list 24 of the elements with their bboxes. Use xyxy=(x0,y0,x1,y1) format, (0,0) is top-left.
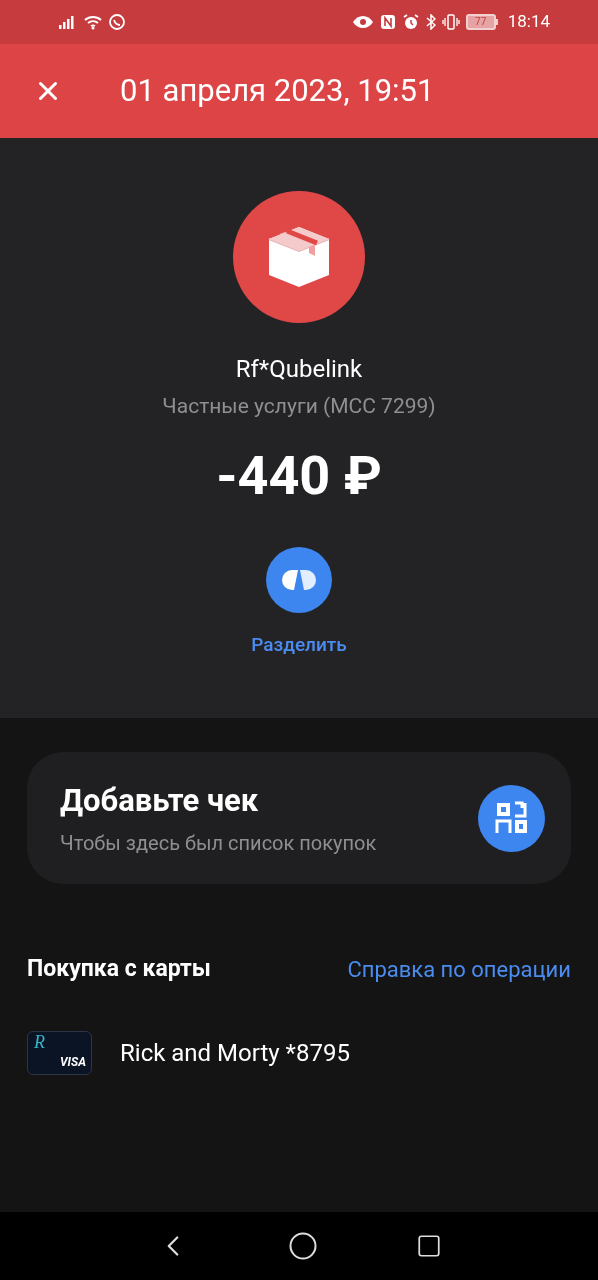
wifi-icon xyxy=(83,14,103,30)
status-time: 18:14 xyxy=(507,10,550,34)
recents-icon[interactable] xyxy=(416,1233,442,1259)
bluetooth-icon xyxy=(425,14,436,30)
battery-level: 77 xyxy=(475,17,487,27)
vibrate-icon xyxy=(441,14,460,30)
eye-icon xyxy=(351,15,374,29)
merchant-name: Rf*Qubelink xyxy=(235,354,363,385)
card-logo-letter: R xyxy=(34,1032,45,1051)
card-name: Rick and Morty *8795 xyxy=(120,1037,350,1069)
nfc-icon xyxy=(379,14,396,30)
header-title: 01 апреля 2023, 19:51 xyxy=(120,70,435,111)
receipt-title: Добавьте чек xyxy=(60,780,260,821)
card-network: VISA xyxy=(60,1055,86,1068)
home-icon[interactable] xyxy=(288,1231,318,1261)
amount: -440 ₽ xyxy=(216,448,382,503)
alarm-icon xyxy=(401,13,420,31)
split-button[interactable]: Разделить xyxy=(251,546,347,659)
operation-help-link[interactable]: Справка по операции xyxy=(347,952,571,986)
merchant-category: Частные услуги (MCC 7299) xyxy=(162,393,436,420)
receipt-subtitle: Чтобы здесь был список покупок xyxy=(60,830,377,858)
chat-icon xyxy=(108,13,126,31)
add-receipt-card[interactable]: Добавьте чек Чтобы здесь был список покупок xyxy=(27,752,571,884)
section-title: Покупка с карты xyxy=(27,954,211,984)
